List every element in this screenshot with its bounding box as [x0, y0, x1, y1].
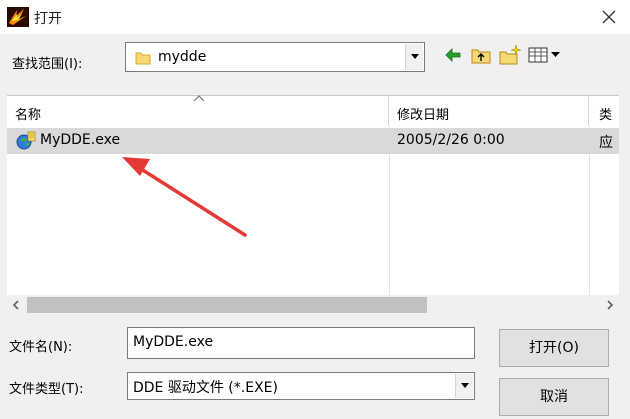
column-header-name-label: 名称: [15, 108, 42, 123]
chevron-right-icon: [607, 300, 614, 310]
lookin-dropdown-arrow[interactable]: [405, 44, 423, 70]
close-icon: [602, 10, 616, 24]
scrollbar-thumb[interactable]: [27, 297, 427, 313]
title-bar: 打开: [0, 0, 630, 34]
file-name: MyDDE.exe: [40, 132, 121, 148]
column-header-type[interactable]: 类: [589, 96, 619, 126]
filename-input[interactable]: MyDDE.exe: [127, 327, 475, 359]
close-button[interactable]: [598, 6, 620, 28]
column-header-modified-label: 修改日期: [397, 108, 450, 123]
view-menu-icon[interactable]: [528, 44, 562, 66]
column-header-type-label: 类: [599, 108, 613, 123]
filetype-value: DDE 驱动文件 (*.EXE): [133, 380, 278, 396]
sort-ascending-icon: [193, 95, 205, 102]
window-title: 打开: [34, 11, 62, 27]
filetype-label: 文件类型(T):: [9, 382, 84, 397]
filename-label: 文件名(N):: [9, 340, 73, 355]
filename-value: MyDDE.exe: [133, 334, 214, 350]
file-row[interactable]: MyDDE.exe 2005/2/26 0:00 应: [7, 128, 619, 154]
folder-icon: [135, 52, 151, 65]
lookin-value: mydde: [158, 49, 207, 65]
annotation-arrow: [122, 157, 247, 237]
cancel-button[interactable]: 取消: [499, 378, 609, 416]
scroll-right-button[interactable]: [601, 295, 619, 315]
column-header-name[interactable]: 名称: [7, 95, 389, 126]
chevron-down-icon: [411, 54, 419, 59]
open-button[interactable]: 打开(O): [499, 329, 609, 367]
horizontal-scrollbar[interactable]: [7, 295, 619, 315]
column-header-modified[interactable]: 修改日期: [389, 96, 589, 126]
file-type: 应: [599, 135, 613, 151]
exe-file-icon: [16, 131, 36, 150]
filetype-dropdown[interactable]: DDE 驱动文件 (*.EXE): [127, 372, 475, 400]
up-folder-icon[interactable]: [470, 44, 492, 66]
chevron-left-icon: [12, 300, 19, 310]
app-icon: [7, 7, 29, 27]
lookin-label: 查找范围(I):: [12, 57, 83, 72]
scroll-left-button[interactable]: [7, 295, 25, 315]
chevron-down-icon: [461, 383, 469, 388]
file-list[interactable]: 名称 修改日期 类 MyDDE.exe 2005/2/26 0:00 应: [7, 95, 619, 295]
lookin-dropdown[interactable]: mydde: [125, 42, 425, 72]
file-modified-date: 2005/2/26 0:00: [397, 132, 505, 148]
filetype-dropdown-arrow[interactable]: [455, 374, 473, 398]
back-arrow-icon[interactable]: [443, 44, 463, 66]
new-folder-icon[interactable]: [498, 44, 522, 66]
